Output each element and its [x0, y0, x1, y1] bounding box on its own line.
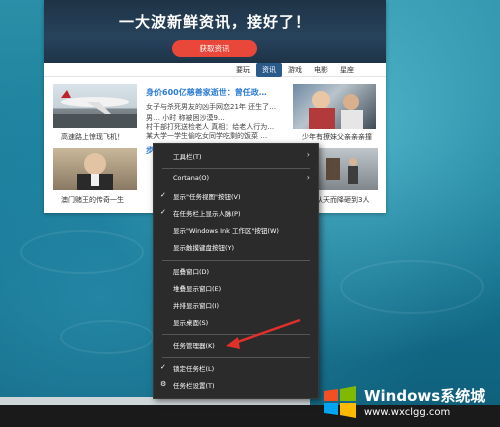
menu-item-touch-keyboard[interactable]: 显示触摸键盘按钮(Y)	[154, 239, 318, 256]
menu-item-cascade[interactable]: 层叠窗口(D)	[154, 263, 318, 280]
headline-link[interactable]: 身价600亿慈善家逝世：曾任政…	[146, 87, 267, 98]
tab-games[interactable]: 游戏	[282, 63, 308, 77]
water-ripple	[340, 260, 484, 314]
kid-thumbnail[interactable]	[293, 84, 376, 129]
chair-caption[interactable]: 从天而降砸到3人	[316, 195, 369, 205]
menu-item-windows-ink[interactable]: 显示"Windows Ink 工作区"按钮(W)	[154, 222, 318, 239]
water-ripple	[60, 320, 154, 354]
street-photo-icon	[326, 158, 358, 184]
airplane-thumbnail[interactable]	[53, 84, 137, 128]
checkmark-icon: ✓	[160, 363, 166, 371]
menu-item-task-view-button[interactable]: ✓ 显示"任务视图"按钮(V)	[154, 188, 318, 205]
checkmark-icon: ✓	[160, 191, 166, 199]
watermark-url: www.wxclgg.com	[364, 407, 451, 418]
menu-item-label: 任务管理器(K)	[173, 342, 215, 350]
taskbar-context-menu: 工具栏(T) › Cortana(O) › ✓ 显示"任务视图"按钮(V) ✓ …	[153, 143, 319, 399]
tab-movies[interactable]: 电影	[308, 63, 334, 77]
news-line[interactable]: 某大学一学生偷吃女同学吃剩的饭菜 …	[146, 131, 267, 141]
kid-caption[interactable]: 少年有撩妹父亲亲亲撞	[302, 132, 372, 142]
menu-item-task-manager[interactable]: 任务管理器(K)	[154, 337, 318, 354]
water-ripple	[20, 230, 144, 274]
menu-separator	[162, 260, 310, 261]
banner-title: 一大波新鲜资讯，接好了！	[118, 13, 311, 31]
menu-item-label: 显示"任务视图"按钮(V)	[173, 193, 241, 201]
tab-play[interactable]: 要玩	[230, 63, 256, 77]
news-line[interactable]: 女子与杀死男友的凶手网恋21年 还生了…	[146, 102, 276, 112]
news-banner: 一大波新鲜资讯，接好了！ 获取资讯	[44, 0, 386, 63]
site-watermark: Windows系统城 www.wxclgg.com	[316, 377, 500, 427]
tab-news[interactable]: 资讯	[256, 63, 282, 77]
menu-item-label: 堆叠显示窗口(E)	[173, 285, 222, 293]
menu-item-taskbar-settings[interactable]: ⚙ 任务栏设置(T)	[154, 377, 318, 394]
portrait-icon	[77, 153, 113, 190]
menu-item-cortana[interactable]: Cortana(O) ›	[154, 171, 318, 188]
menu-separator	[162, 168, 310, 169]
macau-thumbnail[interactable]	[53, 148, 137, 190]
windows-logo-icon	[324, 386, 356, 418]
watermark-title: Windows系统城	[364, 387, 486, 405]
menu-item-label: 任务栏设置(T)	[173, 382, 215, 390]
menu-item-label: 工具栏(T)	[173, 153, 202, 161]
menu-item-stacked[interactable]: 堆叠显示窗口(E)	[154, 280, 318, 297]
airplane-icon	[53, 90, 137, 128]
chevron-right-icon: ›	[306, 173, 310, 182]
menu-item-label: Cortana(O)	[173, 174, 210, 182]
airplane-caption[interactable]: 高速路上惊现飞机！	[61, 132, 124, 142]
people-photo-icon	[309, 91, 363, 129]
menu-item-label: 显示"Windows Ink 工作区"按钮(W)	[173, 227, 279, 235]
menu-item-label: 在任务栏上显示人脉(P)	[173, 210, 241, 218]
menu-item-lock-taskbar[interactable]: ✓ 锁定任务栏(L)	[154, 360, 318, 377]
menu-item-side-by-side[interactable]: 并排显示窗口(I)	[154, 297, 318, 314]
menu-item-toolbars[interactable]: 工具栏(T) ›	[154, 148, 318, 165]
chevron-right-icon: ›	[306, 150, 310, 159]
menu-item-label: 层叠窗口(D)	[173, 268, 210, 276]
gear-icon: ⚙	[160, 380, 167, 388]
news-tabs: 要玩 资讯 游戏 电影 星座	[230, 63, 360, 77]
get-news-button[interactable]: 获取资讯	[172, 40, 257, 57]
menu-item-label: 显示桌面(S)	[173, 319, 209, 327]
menu-separator	[162, 334, 310, 335]
menu-item-label: 显示触摸键盘按钮(Y)	[173, 244, 235, 252]
chair-thumbnail[interactable]	[318, 148, 378, 190]
checkmark-icon: ✓	[160, 208, 166, 216]
macau-caption[interactable]: 澳门赌王的传奇一生	[61, 195, 124, 205]
menu-separator	[162, 357, 310, 358]
menu-item-show-people[interactable]: ✓ 在任务栏上显示人脉(P)	[154, 205, 318, 222]
menu-item-show-desktop[interactable]: 显示桌面(S)	[154, 314, 318, 331]
menu-item-label: 并排显示窗口(I)	[173, 302, 219, 310]
tab-horoscope[interactable]: 星座	[334, 63, 360, 77]
menu-item-label: 锁定任务栏(L)	[173, 365, 215, 373]
